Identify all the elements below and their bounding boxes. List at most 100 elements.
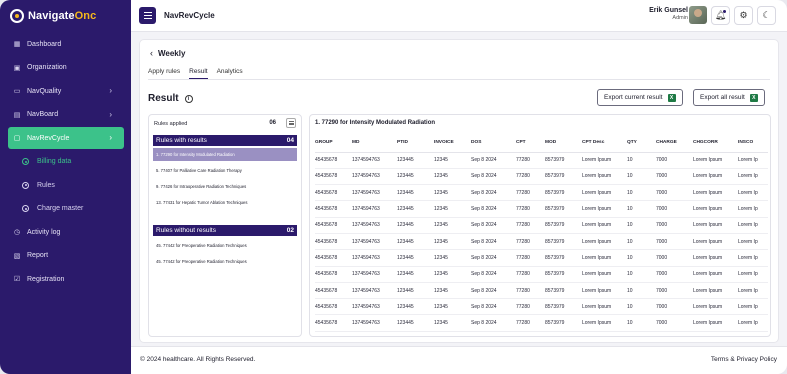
column-header[interactable]: CPT [516,133,545,153]
rules-with-results-label: Rules with results [156,137,207,144]
sidebar-item-navrevcycle[interactable]: ▢ NavRevCycle › [8,127,124,149]
tab-result[interactable]: Result [189,68,208,79]
column-header[interactable]: DOS [471,133,516,153]
table-cell: 77280 [516,184,545,202]
results-table-title: 1. 77290 for Intensity Modulated Radiati… [315,120,436,126]
export-all-button[interactable]: Export all result X [693,89,765,106]
table-cell: Lorem Ipsum [582,168,627,186]
table-cell: 77280 [516,152,545,169]
sidebar: NavigateOnc ▦ Dashboard ▣ Organization ▭ NavQ… [0,0,131,374]
sidebar-item-navquality[interactable]: ▭ NavQuality › [8,80,124,102]
table-cell: Lorem Ipsum [582,282,627,300]
table-cell: 10 [627,249,656,267]
sidebar-subitem-billing-data[interactable]: Billing data [8,151,124,173]
column-header[interactable]: MOD [545,133,582,153]
column-header[interactable]: INSCO [738,133,768,153]
settings-button[interactable]: ⚙ [734,6,753,25]
table-row[interactable]: 45435678137459476312344512345Sep 8 20247… [315,266,768,283]
rule-item[interactable]: 9. 77426 for Intraoperative Radiation Te… [153,180,297,193]
sidebar-item-activity-log[interactable]: ◷ Activity log [8,221,124,243]
table-cell: 123445 [397,298,434,316]
table-cell: Lorem Ipsum [693,200,738,218]
column-header[interactable]: INVOICE [434,133,471,153]
sidebar-item-label: Activity log [27,228,61,236]
table-row[interactable]: 45435678137459476312344512345Sep 8 20247… [315,184,768,202]
table-cell: Sep 8 2024 [471,282,516,300]
table-cell: Lorem Ip [738,249,768,267]
table-cell: Lorem Ipsum [582,152,627,169]
chevron-right-icon: › [109,133,112,142]
table-cell: 45435678 [315,249,352,267]
rule-item[interactable]: 45. 77442 for Preoperative Radiation Tec… [153,255,297,268]
app-window: NavigateOnc ▦ Dashboard ▣ Organization ▭ NavQ… [0,0,787,374]
table-cell: Lorem Ip [738,298,768,316]
notification-badge [723,10,726,13]
table-cell: 7000 [656,331,693,336]
back-link[interactable]: ‹ Weekly [150,48,185,58]
rule-item[interactable]: 45. 77442 for Preoperative Radiation Tec… [153,239,297,252]
notification-button[interactable]: 🔔︎ [711,6,730,25]
column-header[interactable]: GROUP [315,133,352,153]
sidebar-item-registration[interactable]: ☑ Registration [8,268,124,290]
tab-apply-rules[interactable]: Apply rules [148,68,180,79]
rule-item[interactable]: 13. 77431 for Hepatic Tumor Ablation Tec… [153,196,297,209]
theme-toggle-button[interactable]: ☾ [757,6,776,25]
table-cell: Lorem Ipsum [693,184,738,202]
table-row[interactable]: 45435678137459476312344512345Sep 8 20247… [315,152,768,169]
column-header[interactable]: CHARGE [656,133,693,153]
table-cell: Lorem Ip [738,282,768,300]
column-header[interactable]: PTID [397,133,434,153]
sidebar-item-organization[interactable]: ▣ Organization [8,57,124,79]
table-cell: Lorem Ip [738,331,768,336]
column-header[interactable]: CHGCORR [693,133,738,153]
brand-logo[interactable]: NavigateOnc [10,8,96,24]
rules-without-results-count: 02 [286,227,294,234]
table-row[interactable]: 45435678137459476312344512345Sep 8 20247… [315,331,768,336]
table-row[interactable]: 45435678137459476312344512345Sep 8 20247… [315,298,768,316]
sidebar-item-navboard[interactable]: ▤ NavBoard › [8,104,124,126]
table-cell: Sep 8 2024 [471,217,516,234]
table-cell: Sep 8 2024 [471,298,516,316]
table-cell: 45435678 [315,200,352,218]
rule-item[interactable]: 5. 77407 for Palliative Care Radiation T… [153,164,297,177]
tab-analytics[interactable]: Analytics [217,68,243,79]
table-cell: 45435678 [315,331,352,336]
export-current-button[interactable]: Export current result X [597,89,683,106]
table-cell: Lorem Ipsum [693,331,738,336]
table-row[interactable]: 45435678137459476312344512345Sep 8 20247… [315,168,768,186]
table-cell: 12345 [434,298,471,316]
footer: © 2024 healthcare. All Rights Reserved. … [131,346,787,374]
user-info[interactable]: Erik Gunsel Admin [649,7,688,21]
rule-item[interactable]: 1. 77290 for Intensity Modulated Radiati… [153,148,297,161]
info-icon[interactable]: i [184,94,193,103]
sidebar-item-report[interactable]: ▧ Report [8,245,124,267]
table-row[interactable]: 45435678137459476312344512345Sep 8 20247… [315,233,768,251]
registration-icon: ☑ [13,276,21,283]
table-cell: 7000 [656,314,693,332]
list-menu-icon[interactable] [286,118,296,128]
table-row[interactable]: 45435678137459476312344512345Sep 8 20247… [315,217,768,234]
rules-header: Rules applied 06 [154,118,296,129]
table-cell: Lorem Ipsum [693,282,738,300]
table-row[interactable]: 45435678137459476312344512345Sep 8 20247… [315,314,768,332]
menu-toggle-button[interactable] [139,7,156,24]
column-header[interactable]: CPT Desc [582,133,627,153]
table-row[interactable]: 45435678137459476312344512345Sep 8 20247… [315,282,768,300]
table-cell: Sep 8 2024 [471,314,516,332]
table-cell: 8573979 [545,298,582,316]
sidebar-item-dashboard[interactable]: ▦ Dashboard [8,33,124,55]
sidebar-subitem-charge-master[interactable]: Charge master [8,198,124,220]
table-row[interactable]: 45435678137459476312344512345Sep 8 20247… [315,249,768,267]
table-cell: Lorem Ipsum [582,217,627,234]
table-cell: 7000 [656,233,693,251]
terms-privacy-link[interactable]: Terms & Privacy Policy [711,356,777,363]
sidebar-subitem-rules[interactable]: Rules [8,174,124,196]
column-header[interactable]: MD [352,133,397,153]
sidebar-item-label: Organization [27,64,67,71]
column-header[interactable]: QTY [627,133,656,153]
menu-icon-bar [143,18,152,20]
table-cell: 77280 [516,249,545,267]
avatar[interactable] [689,6,707,24]
table-row[interactable]: 45435678137459476312344512345Sep 8 20247… [315,200,768,218]
table-cell: 1374594763 [352,200,397,218]
